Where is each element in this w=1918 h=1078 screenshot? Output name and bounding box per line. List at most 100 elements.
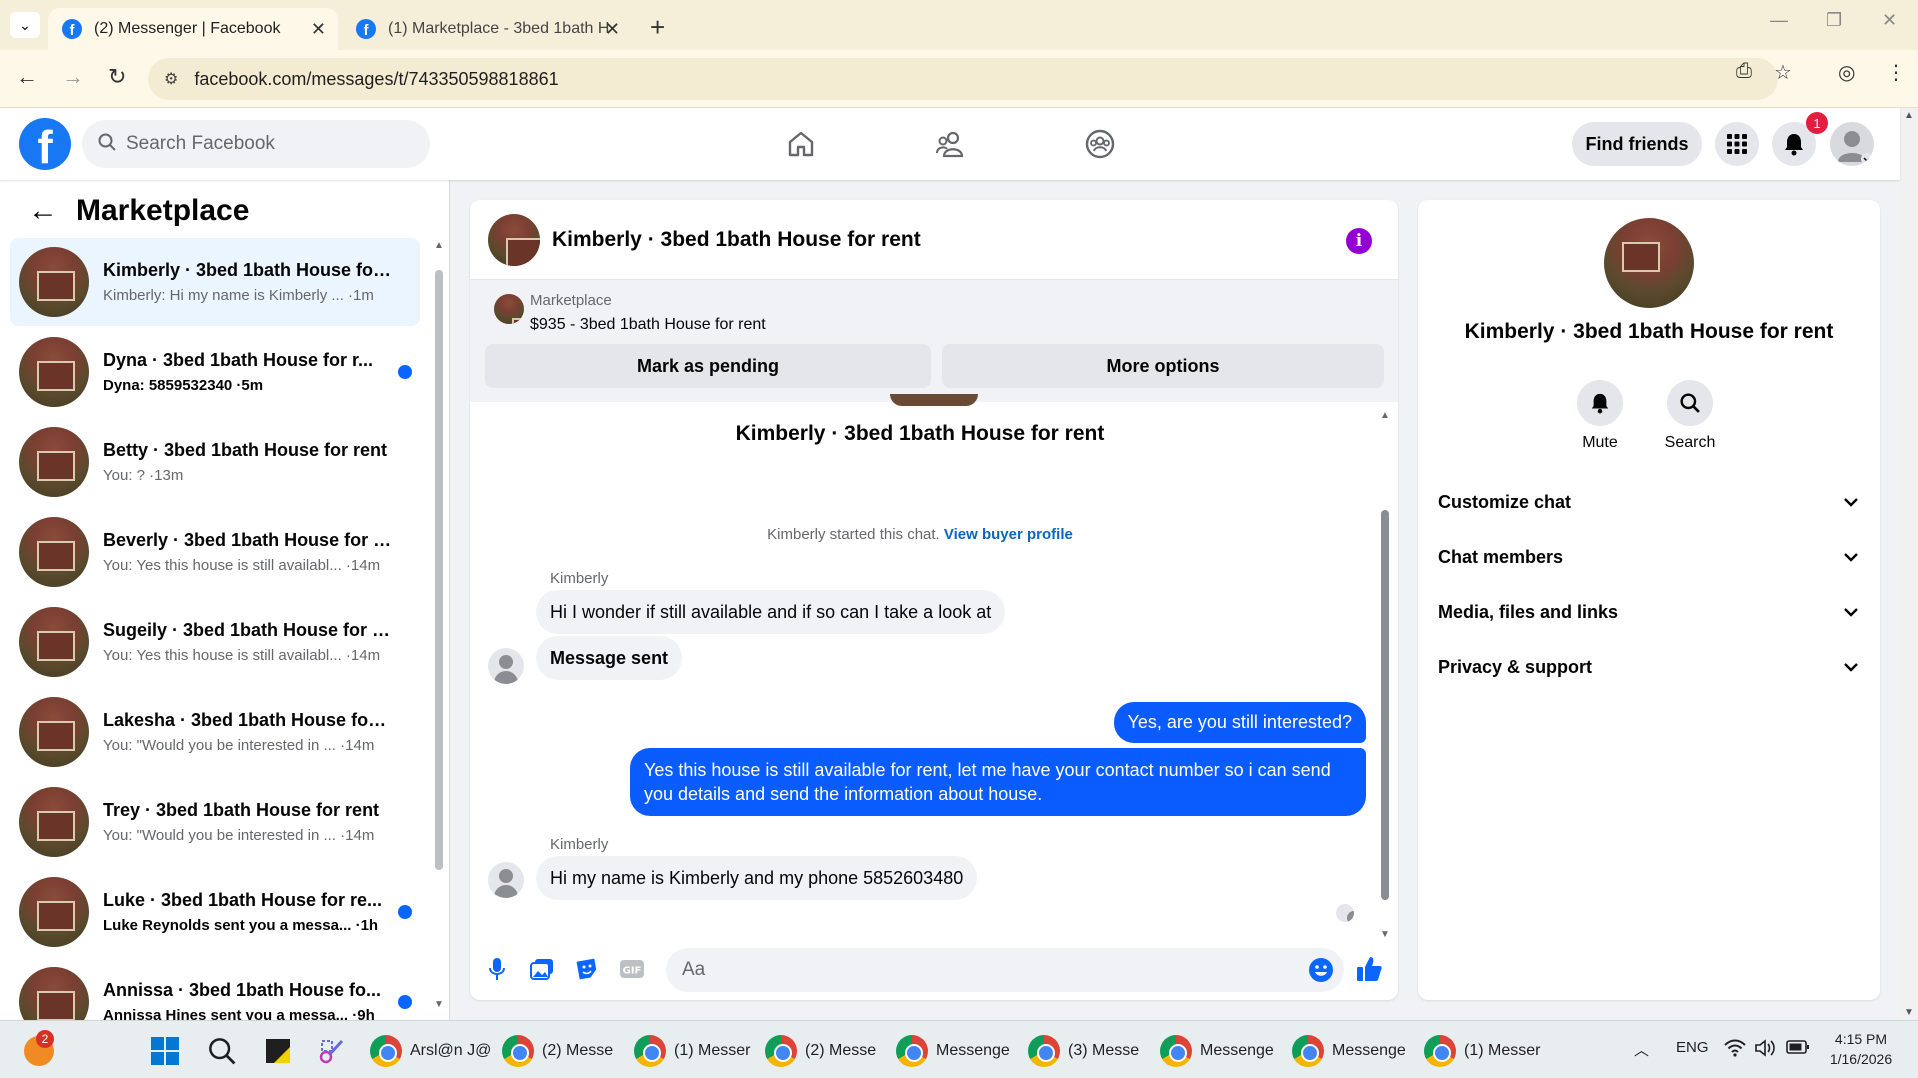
section-label: Customize chat xyxy=(1438,491,1572,512)
back-arrow-icon[interactable]: ← xyxy=(16,64,38,90)
url-text[interactable]: facebook.com/messages/t/743350598818861 xyxy=(194,69,558,90)
message-bubble-out[interactable]: Yes, are you still interested? xyxy=(1113,702,1366,743)
chat-scrollbar[interactable]: ▲ ▼ xyxy=(1378,410,1392,940)
listing-price-title[interactable]: $935 - 3bed 1bath House for rent xyxy=(530,316,766,334)
new-tab-icon[interactable]: + xyxy=(650,12,665,43)
view-buyer-profile-link[interactable]: View buyer profile xyxy=(944,526,1073,543)
close-tab-icon[interactable]: ✕ xyxy=(605,19,620,40)
media-files-links-section[interactable]: Media, files and links xyxy=(1438,592,1862,632)
widgets-icon[interactable]: 2 xyxy=(24,1030,54,1069)
taskbar-app-label: Messenge xyxy=(936,1042,1010,1059)
conversation-item[interactable]: Kimberly · 3bed 1bath House for... Kimber… xyxy=(10,238,420,326)
menu-grid-icon[interactable] xyxy=(1715,122,1759,166)
conversation-item[interactable]: Annissa · 3bed 1bath House fo... Annissa … xyxy=(10,958,420,1020)
conversation-item[interactable]: Sugeily · 3bed 1bath House for r... You: … xyxy=(10,598,420,686)
kebab-menu-icon[interactable]: ⋮ xyxy=(1886,60,1906,85)
site-settings-icon[interactable]: ⚙ xyxy=(164,69,178,89)
chat-info-panel: Kimberly · 3bed 1bath House for rent Mut… xyxy=(1418,200,1880,1000)
chat-title[interactable]: Kimberly · 3bed 1bath House for rent xyxy=(552,228,921,252)
sender-avatar[interactable] xyxy=(488,862,524,898)
mark-as-pending-button[interactable]: Mark as pending xyxy=(485,344,931,388)
conversation-item[interactable]: Lakesha · 3bed 1bath House for ... You: "… xyxy=(10,688,420,776)
photo-icon[interactable] xyxy=(527,954,557,984)
conversation-item[interactable]: Trey · 3bed 1bath House for rent You: "Wo… xyxy=(10,778,420,866)
taskbar-app-chrome[interactable]: Arsl@n J@ xyxy=(370,1033,491,1069)
message-bubble-in[interactable]: Hi my name is Kimberly and my phone 5852… xyxy=(536,856,978,900)
search-input[interactable] xyxy=(126,133,386,155)
message-input[interactable] xyxy=(682,959,1282,981)
sidebar-scrollbar[interactable]: ▲ ▼ xyxy=(433,240,445,1010)
close-tab-icon[interactable]: ✕ xyxy=(311,19,326,40)
url-bar[interactable]: ⚙ facebook.com/messages/t/74335059881886… xyxy=(148,58,1778,100)
conversation-preview: Dyna: 5859532340 ·5m xyxy=(103,377,264,394)
conversation-item[interactable]: Beverly · 3bed 1bath House for r... You: … xyxy=(10,508,420,596)
chevron-down-icon xyxy=(1844,604,1858,620)
chat-members-section[interactable]: Chat members xyxy=(1438,537,1862,577)
customize-chat-section[interactable]: Customize chat xyxy=(1438,482,1862,522)
listing-thumbnail[interactable] xyxy=(494,294,524,324)
tab-messenger[interactable]: f (2) Messenger | Facebook ✕ xyxy=(48,8,338,50)
install-app-icon[interactable]: ⎙ xyxy=(1736,60,1752,83)
message-bubble-in[interactable]: Message sent xyxy=(536,636,683,680)
thumbs-up-icon[interactable] xyxy=(1354,954,1384,984)
taskbar-app-chrome[interactable]: Messenge xyxy=(1160,1033,1274,1069)
message-composer: GIF xyxy=(470,940,1398,1000)
taskbar-app-chrome[interactable]: (1) Messer xyxy=(634,1033,750,1069)
sticker-icon[interactable] xyxy=(572,954,602,984)
clock[interactable]: 4:15 PM 1/16/2026 xyxy=(1826,1029,1896,1069)
contact-large-avatar[interactable] xyxy=(1604,218,1694,308)
wifi-icon[interactable] xyxy=(1724,1039,1746,1061)
search-in-chat-button[interactable]: Search xyxy=(1650,380,1730,452)
snipping-tool-icon[interactable] xyxy=(318,1033,346,1069)
info-icon[interactable]: i xyxy=(1346,228,1372,254)
profile-icon[interactable]: ◎ xyxy=(1838,60,1855,85)
taskbar-app-chrome[interactable]: (3) Messe xyxy=(1028,1033,1139,1069)
volume-icon[interactable] xyxy=(1754,1039,1776,1061)
message-bubble-out[interactable]: Yes this house is still available for re… xyxy=(630,748,1366,816)
taskbar-app-label: (2) Messe xyxy=(542,1042,614,1059)
reload-icon[interactable]: ↻ xyxy=(108,64,126,90)
sticky-notes-icon[interactable] xyxy=(264,1033,292,1069)
profile-avatar[interactable] xyxy=(1830,122,1874,166)
emoji-icon[interactable] xyxy=(1308,957,1334,988)
mute-button[interactable]: Mute xyxy=(1560,380,1640,452)
message-input-box[interactable] xyxy=(666,948,1344,992)
close-window-icon[interactable]: ✕ xyxy=(1882,10,1897,31)
bookmark-star-icon[interactable]: ☆ xyxy=(1774,60,1792,85)
taskbar-app-chrome[interactable]: Messenge xyxy=(896,1033,1010,1069)
forward-arrow-icon[interactable]: → xyxy=(62,64,84,90)
conversation-name: Lakesha · 3bed 1bath House for ... xyxy=(103,710,393,730)
message-bubble-in[interactable]: Hi I wonder if still available and if so… xyxy=(536,590,1006,634)
more-options-button[interactable]: More options xyxy=(942,344,1384,388)
sender-avatar[interactable] xyxy=(488,648,524,684)
conversation-item[interactable]: Luke · 3bed 1bath House for re... Luke Re… xyxy=(10,868,420,956)
home-icon[interactable] xyxy=(779,122,823,166)
gif-icon[interactable]: GIF xyxy=(617,954,647,984)
taskbar-app-chrome[interactable]: (1) Messer xyxy=(1424,1033,1540,1069)
friends-icon[interactable] xyxy=(929,122,973,166)
battery-icon[interactable] xyxy=(1786,1039,1810,1059)
facebook-logo-icon[interactable]: f xyxy=(19,118,71,170)
conversation-item[interactable]: Betty · 3bed 1bath House for rent You: ? … xyxy=(10,418,420,506)
language-indicator[interactable]: ENG xyxy=(1676,1039,1709,1056)
taskbar-app-chrome[interactable]: (2) Messe xyxy=(765,1033,876,1069)
tab-marketplace[interactable]: f (1) Marketplace - 3bed 1bath H ✕ xyxy=(342,8,632,50)
facebook-search[interactable] xyxy=(82,120,430,168)
groups-icon[interactable] xyxy=(1078,122,1122,166)
taskbar-app-chrome[interactable]: Messenge xyxy=(1292,1033,1406,1069)
start-button-icon[interactable] xyxy=(150,1033,180,1069)
privacy-support-section[interactable]: Privacy & support xyxy=(1438,647,1862,687)
back-arrow-icon[interactable]: ← xyxy=(28,194,58,228)
minimize-icon[interactable]: — xyxy=(1770,10,1788,31)
find-friends-button[interactable]: Find friends xyxy=(1572,122,1702,166)
show-hidden-icons-chevron-up-icon[interactable]: ︿ xyxy=(1634,1039,1649,1060)
restore-icon[interactable]: ❐ xyxy=(1826,10,1842,31)
tab-list-chevron-icon[interactable]: ⌄ xyxy=(10,12,40,38)
microphone-icon[interactable] xyxy=(482,954,512,984)
contact-avatar[interactable] xyxy=(488,213,540,266)
taskbar-app-chrome[interactable]: (2) Messe xyxy=(502,1033,613,1069)
conversation-item[interactable]: Dyna · 3bed 1bath House for r... Dyna: 58… xyxy=(10,328,420,416)
search-icon[interactable] xyxy=(208,1033,236,1069)
unread-dot xyxy=(398,905,412,919)
page-scrollbar[interactable]: ▲ ▼ xyxy=(1900,108,1918,1020)
